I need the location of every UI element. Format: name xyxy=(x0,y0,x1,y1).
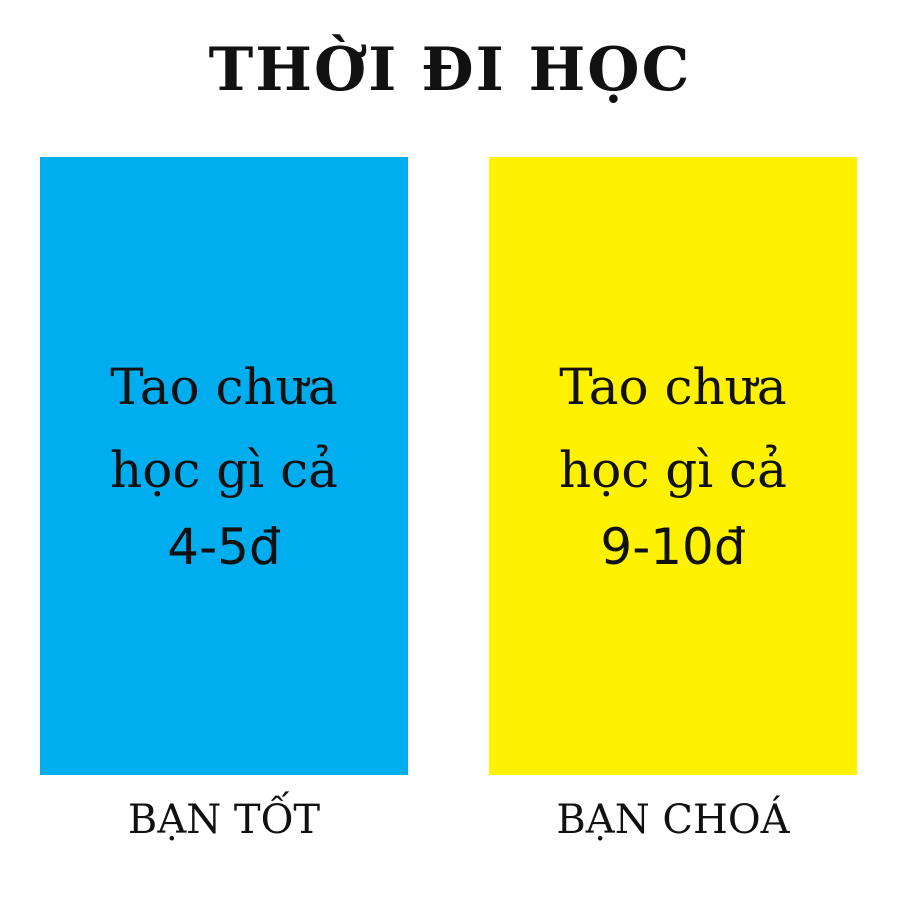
right-panel-line-1: Tao chưa xyxy=(559,358,787,416)
meme-page: THỜI ĐI HỌC Tao chưa học gì cả 4-5đ Tao … xyxy=(0,0,900,900)
left-panel-line-1: Tao chưa xyxy=(110,358,338,416)
right-panel-score: 9-10đ xyxy=(600,518,746,576)
left-panel-line-2: học gì cả xyxy=(110,441,338,499)
right-caption: BẠN CHOÁ xyxy=(556,797,790,843)
meme-title: THỜI ĐI HỌC xyxy=(208,35,692,105)
right-panel-line-2: học gì cả xyxy=(559,441,787,499)
left-panel: Tao chưa học gì cả 4-5đ xyxy=(40,157,408,775)
left-caption: BẠN TỐT xyxy=(127,797,321,843)
right-panel: Tao chưa học gì cả 9-10đ xyxy=(489,157,857,775)
left-panel-score: 4-5đ xyxy=(167,518,281,576)
